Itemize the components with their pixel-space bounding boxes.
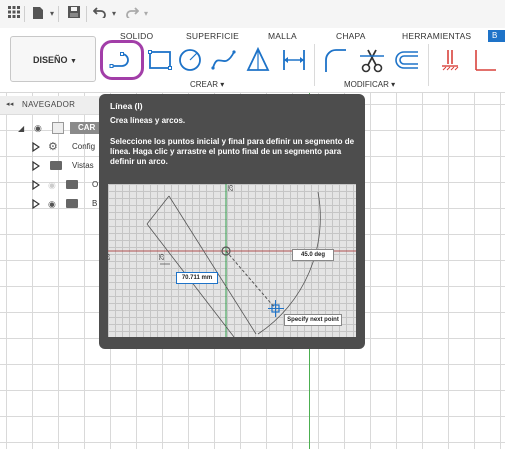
tooltip-subtitle: Crea líneas y arcos. (110, 116, 186, 125)
navigator-item-root[interactable]: ◢ ◉ CAR (0, 119, 110, 137)
separator (24, 6, 25, 22)
workspace-dropdown-button[interactable]: DISEÑO ▼ (10, 36, 96, 82)
triangle-icon (246, 46, 270, 71)
separator (314, 44, 315, 86)
navigator-item-label: B (92, 199, 98, 208)
chevron-down-icon: ▾ (220, 80, 225, 89)
expand-arrow-icon[interactable] (32, 142, 40, 152)
chevron-down-icon: ▾ (391, 80, 396, 89)
hidden-eye-icon[interactable]: ◉ (48, 180, 56, 191)
visibility-eye-icon[interactable]: ◉ (48, 199, 56, 210)
undo-dropdown-icon[interactable]: ▾ (106, 6, 122, 22)
trim-tool-button[interactable] (358, 46, 386, 74)
modify-label: MODIFICAR (344, 80, 389, 89)
navigator-item-config[interactable]: ⚙ Config (0, 138, 110, 156)
line-tool-button[interactable] (108, 46, 136, 74)
folder-icon (66, 199, 78, 208)
redo-dropdown-icon[interactable]: ▾ (138, 6, 154, 22)
perpendicular-icon (475, 50, 496, 71)
tab-superficie[interactable]: SUPERFICIE (186, 31, 239, 41)
navigator-item-bodies[interactable]: ◉ B (0, 195, 110, 213)
axis-tick-label: 25 (228, 184, 235, 192)
tooltip-preview-image: 25 25 25 70.711 mm 45.0 deg Specify next… (108, 184, 356, 337)
spline-icon (211, 50, 236, 70)
collapse-arrow-icon[interactable]: ◢ (18, 124, 24, 133)
dimension-icon (283, 50, 305, 70)
workspace-label: DISEÑO (33, 55, 68, 65)
triangle-tool-button[interactable] (244, 46, 272, 74)
dimension-value-field: 70.711 mm (176, 272, 218, 284)
tab-chapa[interactable]: CHAPA (336, 31, 366, 41)
rectangle-icon (148, 50, 172, 70)
tab-active-blue[interactable]: B (488, 30, 505, 42)
navigator-item-origin[interactable]: ◉ O (0, 176, 110, 194)
navigator-header[interactable]: ◂◂ NAVEGADOR (0, 96, 110, 115)
expand-arrow-icon[interactable] (32, 161, 40, 171)
modify-group-label[interactable]: MODIFICAR ▾ (344, 80, 395, 89)
separator (86, 6, 87, 22)
perpendicular-constraint-button[interactable] (470, 46, 498, 74)
scissors-icon (360, 49, 384, 73)
line-tool-tooltip: Línea (l) Crea líneas y arcos. Seleccion… (99, 94, 365, 349)
spline-tool-button[interactable] (210, 46, 238, 74)
navigator-item-label: CAR (78, 123, 96, 132)
navigator-item-label: Vistas (72, 161, 94, 170)
line-icon (109, 52, 129, 68)
rectangle-tool-button[interactable] (146, 46, 174, 74)
axis-tick-label: 25 (108, 253, 112, 261)
tooltip-title: Línea (l) (110, 101, 143, 111)
axis-tick-label: 25 (159, 253, 166, 261)
angle-value-field: 45.0 deg (292, 249, 334, 261)
fillet-tool-button[interactable] (322, 46, 350, 74)
offset-tool-button[interactable] (392, 46, 420, 74)
prompt-hint: Specify next point (284, 314, 342, 326)
folder-icon (66, 180, 78, 189)
navigator-collapse-icon[interactable]: ◂◂ (6, 100, 14, 108)
separator (58, 6, 59, 22)
expand-arrow-icon[interactable] (32, 199, 40, 209)
fillet-icon (325, 49, 346, 72)
coincident-constraint-button[interactable] (436, 46, 464, 74)
grid-menu-icon[interactable] (6, 6, 22, 22)
tooltip-body: Seleccione los puntos inicial y final pa… (110, 137, 355, 166)
visibility-eye-icon[interactable]: ◉ (34, 123, 42, 134)
expand-arrow-icon[interactable] (32, 180, 40, 190)
tab-herramientas[interactable]: HERRAMIENTAS (402, 31, 471, 41)
dimension-tool-button[interactable] (280, 46, 308, 74)
navigator-item-label: O (92, 180, 99, 189)
create-group-label[interactable]: CREAR ▾ (190, 80, 224, 89)
navigator-item-label: Config (72, 142, 96, 151)
tab-malla[interactable]: MALLA (268, 31, 297, 41)
offset-icon (395, 51, 418, 69)
navigator-item-vistas[interactable]: Vistas (0, 157, 110, 175)
save-icon[interactable] (66, 6, 82, 22)
chevron-down-icon: ▼ (70, 58, 77, 65)
circle-tool-button[interactable] (176, 46, 204, 74)
circle-icon (179, 49, 201, 71)
component-icon (52, 122, 64, 134)
create-label: CREAR (190, 80, 219, 89)
gear-icon: ⚙ (48, 141, 58, 153)
constraint-icon (442, 50, 459, 71)
navigator-title: NAVEGADOR (22, 100, 76, 109)
folder-icon (50, 161, 62, 170)
separator (428, 44, 429, 86)
quick-access-bar: ▾ ▾ ▾ (0, 0, 505, 28)
